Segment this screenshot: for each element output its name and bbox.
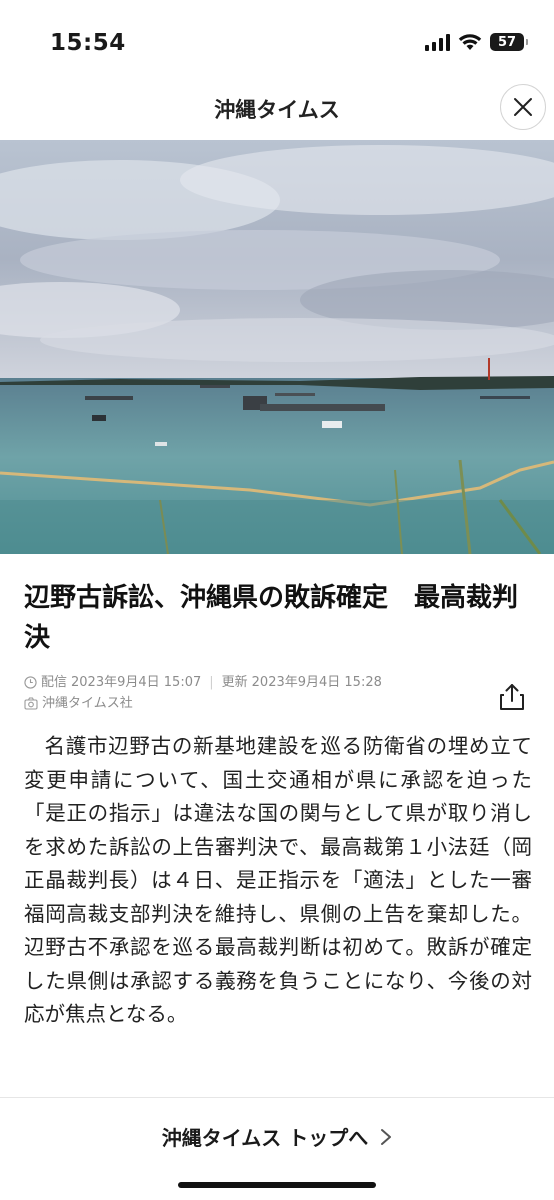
share-icon	[500, 684, 524, 710]
hero-photo-image	[0, 140, 554, 554]
delivered-at: 2023年9月4日 15:07	[71, 675, 202, 690]
top-page-link[interactable]: 沖縄タイムス トップへ	[0, 1122, 554, 1151]
nav-header: 沖縄タイムス	[0, 84, 554, 140]
wifi-icon	[458, 33, 482, 51]
article-meta: 配信 2023年9月4日 15:07 | 更新 2023年9月4日 15:28 …	[24, 672, 494, 714]
close-icon	[514, 98, 532, 116]
updated-label: 更新	[221, 675, 248, 690]
signal-icon	[425, 33, 450, 51]
article-source-row: 沖縄タイムス社	[24, 693, 494, 714]
updated-at: 2023年9月4日 15:28	[251, 675, 382, 690]
page-title: 沖縄タイムス	[214, 98, 340, 122]
home-indicator[interactable]	[178, 1182, 376, 1188]
footer-divider	[0, 1097, 554, 1098]
chevron-right-icon	[381, 1128, 392, 1145]
camera-icon	[24, 697, 38, 710]
top-page-link-label: 沖縄タイムス トップへ	[161, 1126, 369, 1150]
article-dates: 配信 2023年9月4日 15:07 | 更新 2023年9月4日 15:28	[24, 672, 494, 693]
article-source[interactable]: 沖縄タイムス社	[42, 693, 133, 714]
status-bar: 15:54 57	[0, 0, 554, 84]
delivered-label: 配信	[41, 675, 68, 690]
article-headline: 辺野古訴訟、沖縄県の敗訴確定 最高裁判決	[24, 583, 519, 653]
battery-level: 57	[497, 34, 517, 50]
meta-divider: |	[209, 675, 214, 690]
close-button[interactable]	[500, 84, 546, 130]
share-button[interactable]	[498, 682, 526, 712]
status-time: 15:54	[50, 30, 126, 56]
status-icons: 57	[425, 33, 528, 51]
hero-photo[interactable]	[0, 140, 554, 554]
clock-icon	[24, 676, 37, 689]
article-body: 名護市辺野古の新基地建設を巡る防衛省の埋め立て変更申請について、国土交通相が県に…	[24, 734, 532, 1026]
battery-icon: 57	[490, 33, 528, 51]
